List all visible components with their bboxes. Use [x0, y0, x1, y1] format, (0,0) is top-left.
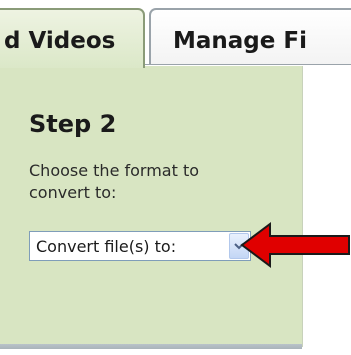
panel-bottom-border: [0, 344, 302, 349]
tab-manage-files[interactable]: Manage Fi: [149, 8, 351, 64]
step-instructions: Choose the format to convert to:: [29, 160, 259, 204]
tab-label: d Videos: [4, 28, 116, 54]
instructions-line: Choose the format to: [29, 161, 200, 180]
panel-edge: [302, 66, 303, 347]
instructions-line: convert to:: [29, 183, 117, 202]
tab-upload-videos[interactable]: d Videos: [0, 8, 145, 68]
format-select[interactable]: Convert file(s) to:: [29, 231, 251, 261]
converter-widget: Manage Fi d Videos Step 2 Choose the for…: [0, 0, 351, 355]
format-select-value: Convert file(s) to:: [36, 237, 177, 256]
step-panel: [0, 66, 302, 347]
tab-label: Manage Fi: [173, 28, 307, 54]
step-title: Step 2: [29, 110, 117, 138]
red-arrow-icon: [240, 222, 350, 268]
